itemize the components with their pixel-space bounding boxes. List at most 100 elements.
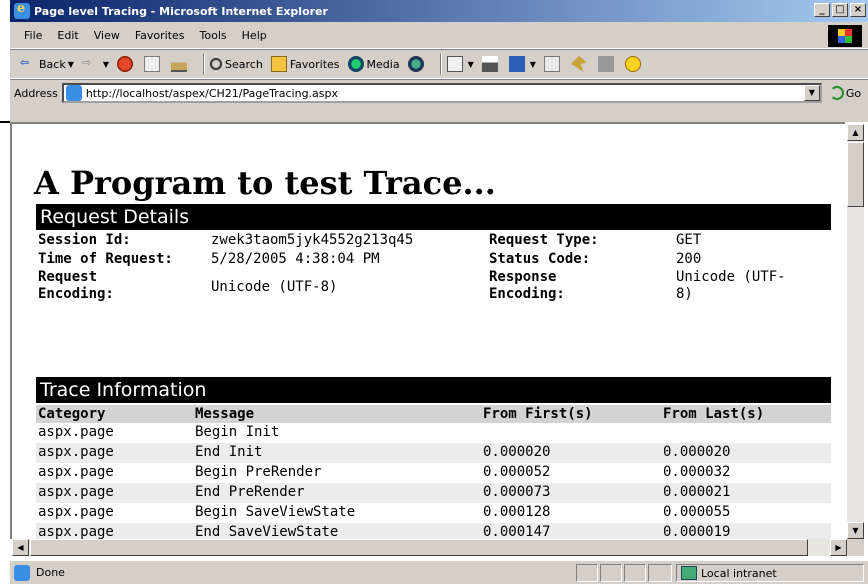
forward-button[interactable]: ⇨ ▼ — [82, 56, 109, 72]
status-bar: Done Local intranet — [10, 560, 868, 584]
done-page-icon — [14, 564, 30, 581]
back-label: Back — [39, 57, 66, 71]
search-label: Search — [225, 57, 263, 71]
horizontal-scroll-thumb[interactable] — [30, 539, 808, 556]
close-button[interactable]: × — [850, 3, 866, 17]
horizontal-scrollbar[interactable]: ◀ ▶ — [12, 539, 847, 556]
messenger-button[interactable] — [570, 56, 590, 72]
media-button[interactable]: Media — [347, 56, 400, 72]
scroll-left-button[interactable]: ◀ — [12, 539, 29, 556]
menu-help[interactable]: Help — [242, 29, 267, 42]
cell-from-last: 0.000019 — [663, 524, 731, 539]
address-bar: Address http://localhost/aspex/CH21/Page… — [10, 79, 868, 106]
standard-toolbar: ⇦ Back ▼ ⇨ ▼ Search Favorites Media ▼ ▼ — [10, 49, 868, 79]
favorites-button[interactable]: Favorites — [270, 56, 340, 72]
status-pane — [576, 564, 598, 582]
slide-divider — [0, 121, 10, 123]
table-row: aspx.page Begin PreRender 0.000052 0.000… — [36, 463, 831, 483]
home-button[interactable] — [171, 56, 190, 72]
status-pane — [624, 564, 646, 582]
windows-logo-icon — [828, 25, 862, 47]
response-encoding-label-1: Response — [489, 269, 557, 285]
discuss-button[interactable] — [543, 56, 563, 72]
scroll-up-button[interactable]: ▲ — [847, 124, 864, 141]
cell-from-last: 0.000032 — [663, 464, 731, 480]
status-code-label: Status Code: — [489, 251, 591, 267]
cell-message: End SaveViewState — [195, 524, 339, 539]
scroll-right-button[interactable]: ▶ — [830, 539, 847, 556]
chevron-down-icon: ▼ — [467, 59, 474, 69]
cell-message: End PreRender — [195, 484, 305, 500]
research-button[interactable] — [597, 56, 617, 72]
maximize-button[interactable]: □ — [832, 3, 848, 17]
go-button[interactable]: Go — [829, 86, 861, 100]
cell-category: aspx.page — [38, 464, 114, 480]
table-row: aspx.page End PreRender 0.000073 0.00002… — [36, 483, 831, 503]
edit-button[interactable]: ▼ — [508, 56, 536, 72]
mail-button[interactable]: ▼ — [446, 56, 474, 72]
status-pane — [648, 564, 672, 582]
status-pane — [600, 564, 622, 582]
cell-category: aspx.page — [38, 444, 114, 460]
print-button[interactable] — [481, 56, 501, 72]
menu-tools[interactable]: Tools — [200, 29, 227, 42]
status-code-value: 200 — [676, 251, 702, 267]
cell-message: End Init — [195, 444, 263, 460]
request-type-label: Request Type: — [489, 232, 599, 248]
window-title: Page level Tracing - Microsoft Internet … — [34, 4, 328, 18]
history-icon — [407, 56, 424, 72]
media-icon — [347, 56, 364, 72]
history-button[interactable] — [407, 56, 427, 72]
menu-favorites[interactable]: Favorites — [135, 29, 185, 42]
chevron-down-icon: ▼ — [102, 59, 110, 69]
menu-view[interactable]: View — [94, 29, 120, 42]
page-content: A Program to test Trace... Request Detai… — [10, 122, 845, 539]
request-encoding-label-1: Request — [38, 269, 98, 285]
cell-message: Begin Init — [195, 424, 280, 440]
back-arrow-icon: ⇦ — [20, 56, 30, 69]
response-encoding-label-2: Encoding: — [489, 286, 565, 302]
chevron-down-icon: ▼ — [529, 59, 536, 69]
edit-icon — [508, 56, 525, 72]
column-category: Category — [38, 406, 106, 422]
security-zone: Local intranet — [676, 564, 864, 582]
go-arrow-icon — [829, 86, 844, 100]
vertical-scrollbar[interactable]: ▲ ▼ — [847, 124, 864, 539]
search-button[interactable]: Search — [210, 58, 263, 71]
refresh-button[interactable] — [144, 56, 163, 72]
column-message: Message — [195, 406, 255, 422]
session-id-value: zwek3taom5jyk4552g213q45 — [211, 232, 414, 248]
address-input[interactable]: http://localhost/aspex/CH21/PageTracing.… — [61, 83, 822, 103]
mail-icon — [446, 56, 463, 72]
smiley-icon — [624, 56, 641, 72]
cell-from-first: 0.000147 — [483, 524, 551, 539]
trace-table-header: Category Message From First(s) From Last… — [36, 405, 831, 423]
toolbar-separator — [439, 53, 442, 75]
cell-category: aspx.page — [38, 504, 114, 520]
slide-background — [0, 0, 10, 584]
stop-button[interactable] — [117, 56, 136, 72]
cell-from-first: 0.000052 — [483, 464, 551, 480]
msn-messenger-button[interactable] — [624, 56, 644, 72]
response-encoding-value-2: 8) — [676, 286, 693, 302]
chevron-down-icon: ▼ — [67, 59, 74, 69]
cell-from-last: 0.000020 — [663, 444, 731, 460]
scroll-down-button[interactable]: ▼ — [847, 522, 864, 539]
table-row: aspx.page End Init 0.000020 0.000020 — [36, 443, 831, 463]
time-of-request-label: Time of Request: — [38, 251, 173, 267]
home-icon — [171, 56, 188, 72]
address-dropdown-button[interactable]: ▼ — [803, 85, 820, 101]
ie-icon — [14, 1, 30, 19]
back-button[interactable]: ⇦ Back ▼ — [20, 56, 74, 72]
favorites-icon — [270, 56, 287, 72]
menu-file[interactable]: File — [24, 29, 42, 42]
session-id-label: Session Id: — [38, 232, 131, 248]
column-from-first: From First(s) — [483, 406, 593, 422]
cell-from-first: 0.000073 — [483, 484, 551, 500]
zone-label: Local intranet — [701, 566, 777, 580]
intranet-icon — [681, 566, 697, 580]
vertical-scroll-thumb[interactable] — [847, 142, 864, 207]
minimize-button[interactable]: _ — [814, 3, 830, 17]
menu-edit[interactable]: Edit — [57, 29, 78, 42]
refresh-icon — [144, 56, 161, 72]
